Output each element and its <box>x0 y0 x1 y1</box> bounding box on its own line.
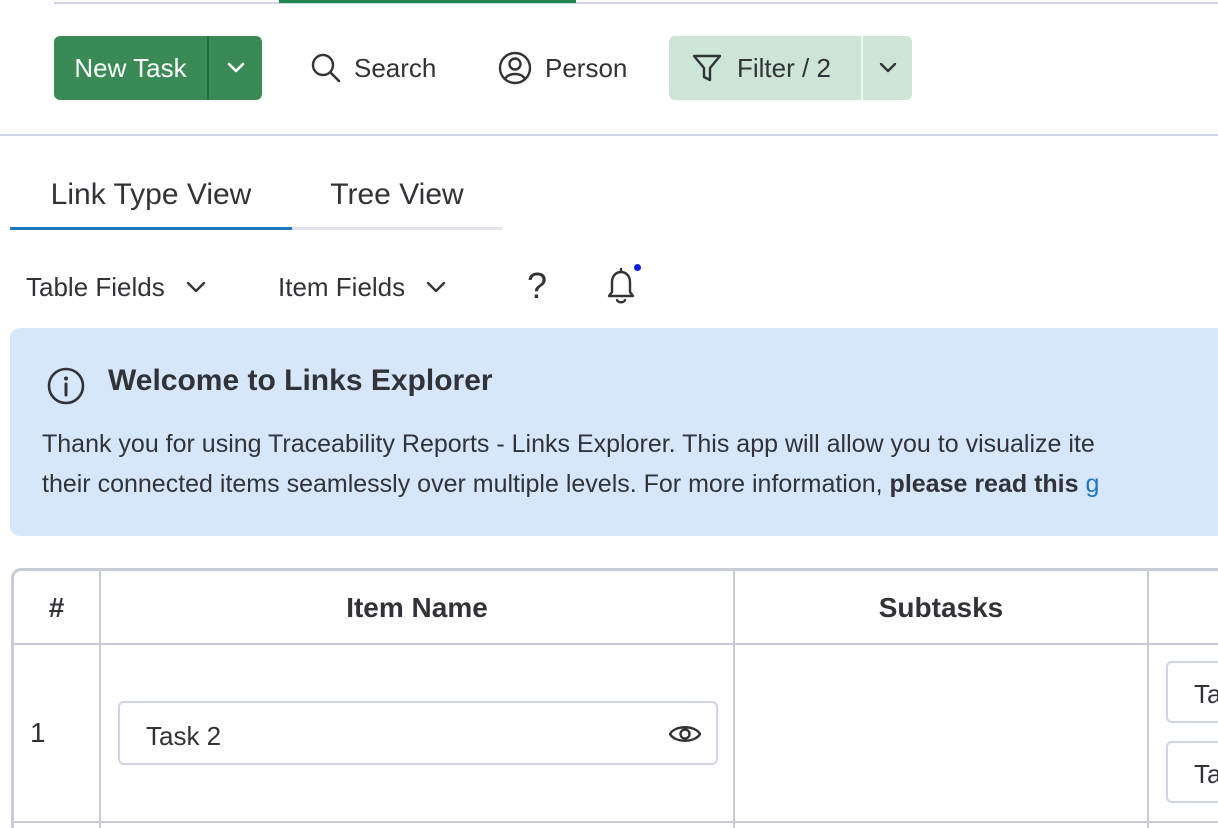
linked-item-chip[interactable]: Ta <box>1166 661 1218 723</box>
search-icon <box>311 53 341 83</box>
top-active-indicator <box>279 0 576 3</box>
search-button[interactable]: Search <box>310 36 436 100</box>
filter-dropdown-button[interactable] <box>863 36 912 100</box>
linked-item-text: Ta <box>1194 759 1218 789</box>
item-fields-dropdown[interactable]: Item Fields <box>278 264 447 310</box>
welcome-banner: Welcome to Links Explorer Thank you for … <box>10 328 1218 536</box>
links-explorer-page: New Task Search Person Filter / 2 Link T… <box>0 0 1218 828</box>
filter-button[interactable]: Filter / 2 <box>669 36 861 100</box>
chevron-down-icon <box>227 62 244 73</box>
banner-guide-link[interactable]: g <box>1085 470 1099 498</box>
filter-split-button: Filter / 2 <box>669 36 912 100</box>
help-button[interactable]: ? <box>522 262 552 310</box>
table-fields-dropdown[interactable]: Table Fields <box>26 264 207 310</box>
row-divider <box>14 821 1218 823</box>
eye-icon[interactable] <box>668 721 702 747</box>
view-tabs: Link Type View Tree View <box>10 160 502 230</box>
chevron-down-icon <box>426 281 446 293</box>
notifications-button[interactable] <box>598 262 644 308</box>
search-label: Search <box>354 52 437 83</box>
active-tab-indicator <box>10 227 292 230</box>
info-icon <box>47 367 85 405</box>
tab-link-type-view[interactable]: Link Type View <box>10 160 292 230</box>
filter-icon <box>692 54 722 82</box>
filter-separator <box>861 36 863 100</box>
filter-label: Filter / 2 <box>737 52 831 83</box>
person-label: Person <box>545 52 628 83</box>
column-divider <box>1147 571 1149 828</box>
notification-dot <box>634 264 641 271</box>
links-table: # Item Name Subtasks 1 Task 2 Ta Ta <box>11 568 1218 828</box>
column-header-subtasks[interactable]: Subtasks <box>735 571 1147 645</box>
person-icon <box>498 51 532 85</box>
top-divider <box>54 2 1218 4</box>
new-task-dropdown-button[interactable] <box>209 36 262 100</box>
banner-title: Welcome to Links Explorer <box>108 364 493 397</box>
banner-line-2-text: their connected items seamlessly over mu… <box>42 470 890 498</box>
row-number: 1 <box>30 717 46 748</box>
header-divider <box>0 134 1218 136</box>
linked-item-chip[interactable]: Ta <box>1166 741 1218 803</box>
banner-line-1: Thank you for using Traceability Reports… <box>42 430 1095 458</box>
banner-description: Thank you for using Traceability Reports… <box>42 424 1218 504</box>
tab-tree-view[interactable]: Tree View <box>292 160 502 230</box>
table-fields-label: Table Fields <box>26 271 165 302</box>
banner-line-2: their connected items seamlessly over mu… <box>42 464 1218 504</box>
person-filter-button[interactable]: Person <box>497 36 627 100</box>
item-name-text: Task 2 <box>146 721 222 751</box>
new-task-button[interactable]: New Task <box>54 36 207 100</box>
column-header-item-name[interactable]: Item Name <box>101 571 733 645</box>
new-task-split-button: New Task <box>54 36 262 100</box>
linked-item-text: Ta <box>1194 679 1218 709</box>
item-fields-label: Item Fields <box>278 271 406 302</box>
column-header-number: # <box>48 592 65 623</box>
item-name-cell[interactable]: Task 2 <box>118 701 718 765</box>
chevron-down-icon <box>879 62 896 73</box>
banner-bold-text: please read this <box>889 470 1079 498</box>
chevron-down-icon <box>186 281 205 293</box>
